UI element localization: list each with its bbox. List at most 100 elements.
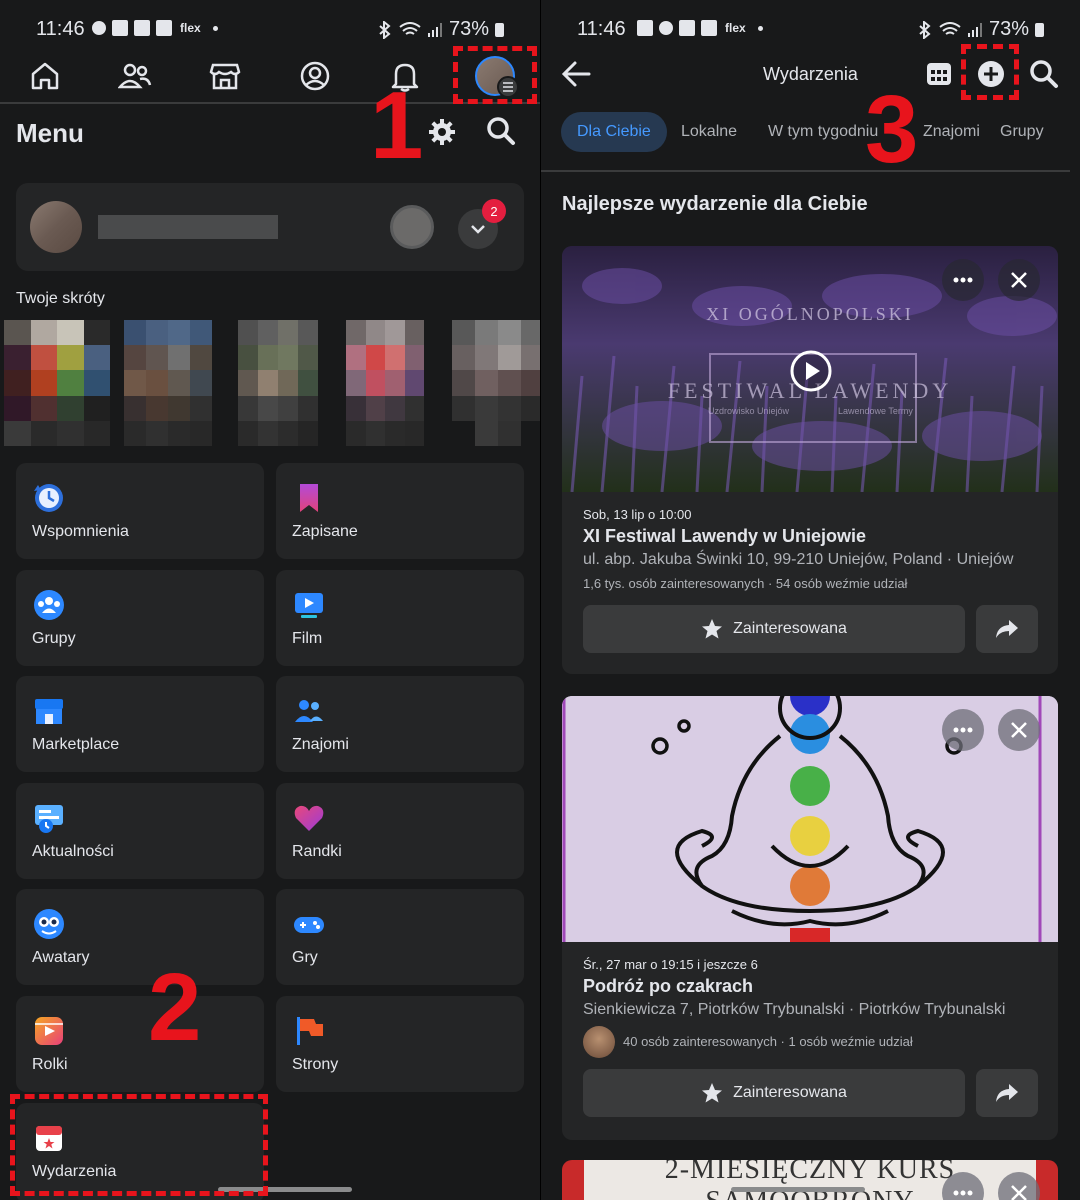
- menu-tile-dating[interactable]: Randki: [276, 783, 524, 879]
- event-card[interactable]: XI OGÓLNOPOLSKI FESTIWAL LAWENDY Uzdrowi…: [562, 246, 1058, 674]
- event-title[interactable]: Podróż po czakrach: [583, 976, 753, 997]
- event-card[interactable]: 2-MIESIĘCZNY KURS SAMOOBRONY: [562, 1160, 1058, 1200]
- more-options-button[interactable]: [942, 709, 984, 751]
- friends-nav-icon: [118, 63, 152, 89]
- marketplace-store-icon: [35, 699, 63, 724]
- tile-label: Film: [292, 630, 323, 647]
- shortcut-item[interactable]: [452, 320, 540, 446]
- event-date: Sob, 13 lip o 10:00: [583, 507, 692, 522]
- menu-tile-avatars[interactable]: Awatary: [16, 889, 264, 985]
- menu-tile-games[interactable]: Gry: [276, 889, 524, 985]
- nav-marketplace[interactable]: [180, 50, 270, 102]
- share-button[interactable]: [976, 1069, 1038, 1117]
- interested-button[interactable]: Zainteresowana: [583, 605, 965, 653]
- annotation-number-3: 3: [865, 76, 919, 183]
- gamepad-icon: [294, 917, 324, 933]
- search-button[interactable]: [1029, 59, 1059, 94]
- account-switcher-icon[interactable]: [390, 205, 434, 249]
- more-dots-icon: [953, 1190, 973, 1196]
- carrier-label: flex: [180, 21, 201, 35]
- menu-tile-reels[interactable]: Rolki: [16, 996, 264, 1092]
- tile-label: Grupy: [32, 630, 76, 647]
- shortcut-item[interactable]: [124, 320, 212, 446]
- play-icon[interactable]: [790, 350, 832, 397]
- calendar-view-button[interactable]: [925, 60, 953, 93]
- menu-tile-feed[interactable]: Aktualności: [16, 783, 264, 879]
- signal-icon: [967, 22, 982, 37]
- settings-button[interactable]: [428, 118, 456, 151]
- wifi-icon: [939, 21, 961, 35]
- more-options-button[interactable]: [942, 259, 984, 301]
- search-icon: [1030, 60, 1058, 88]
- battery-icon: [495, 22, 504, 37]
- tab-for-you[interactable]: Dla Ciebie: [561, 112, 667, 152]
- signal-icon: [427, 22, 442, 37]
- tile-label: Rolki: [32, 1056, 68, 1073]
- tab-local[interactable]: Lokalne: [665, 112, 753, 152]
- check-icon: [701, 20, 717, 36]
- profile-name-redacted: [98, 215, 278, 239]
- tile-label: Marketplace: [32, 736, 120, 753]
- divider: [541, 170, 1070, 172]
- system-icons: 73%: [917, 18, 1044, 41]
- profile-card[interactable]: [16, 183, 524, 271]
- menu-screen: 11:46 flex 73% Menu 2 Twoje skróty Wspom…: [0, 0, 540, 1200]
- avatar-icon: [34, 909, 64, 939]
- battery-icon: [1035, 22, 1044, 37]
- image-text: Uzdrowisko Uniejów: [708, 406, 790, 416]
- status-bar: 11:46 flex 73%: [541, 0, 1080, 50]
- dismiss-button[interactable]: [998, 259, 1040, 301]
- menu-tile-friends[interactable]: Znajomi: [276, 676, 524, 772]
- check-icon: [156, 20, 172, 36]
- calendar-grid-icon: [927, 63, 951, 85]
- menu-tile-marketplace[interactable]: Marketplace: [16, 676, 264, 772]
- menu-tile-memories[interactable]: Wspomnienia: [16, 463, 264, 559]
- app-icon: [112, 20, 128, 36]
- marketplace-nav-icon: [209, 63, 241, 90]
- event-title[interactable]: XI Festiwal Lawendy w Uniejowie: [583, 526, 866, 547]
- tab-friends[interactable]: Znajomi: [907, 112, 996, 152]
- battery-level: 73%: [988, 18, 1029, 40]
- menu-tile-pages[interactable]: Strony: [276, 996, 524, 1092]
- dismiss-button[interactable]: [998, 709, 1040, 751]
- feed-icon: [35, 805, 63, 833]
- event-location: ul. abp. Jakuba Świnki 10, 99-210 Uniejó…: [583, 551, 1014, 568]
- shortcut-item[interactable]: [238, 320, 318, 446]
- interested-label: Zainteresowana: [733, 1084, 847, 1101]
- nav-friends[interactable]: [90, 50, 180, 102]
- tile-label: Randki: [292, 843, 342, 860]
- tile-label: Zapisane: [292, 523, 358, 540]
- event-location: Sienkiewicza 7, Piotrków Trybunalski · P…: [583, 1001, 1006, 1018]
- interested-button[interactable]: Zainteresowana: [583, 1069, 965, 1117]
- menu-tile-video[interactable]: Film: [276, 570, 524, 666]
- section-title: Najlepsze wydarzenie dla Ciebie: [562, 193, 868, 215]
- event-card[interactable]: Śr., 27 mar o 19:15 i jeszcze 6 Podróż p…: [562, 696, 1058, 1140]
- gear-icon: [429, 119, 455, 145]
- search-button[interactable]: [486, 116, 516, 151]
- events-screen: 11:46 flex 73% Wydarzenia Dla Ciebie Lok…: [541, 0, 1080, 1200]
- profile-nav-icon: [300, 61, 330, 91]
- notification-icons: flex: [92, 20, 218, 36]
- flag-icon: [297, 1017, 323, 1045]
- carrier-label: flex: [725, 21, 746, 35]
- share-button[interactable]: [976, 605, 1038, 653]
- shortcut-item[interactable]: [346, 320, 424, 446]
- page-title: Menu: [16, 118, 84, 148]
- chevron-down-icon: [471, 225, 485, 234]
- nav-profile[interactable]: [270, 50, 360, 102]
- home-indicator[interactable]: [731, 1187, 865, 1192]
- star-icon: [702, 619, 723, 639]
- annotation-number-1: 1: [370, 72, 424, 179]
- annotation-number-2: 2: [148, 954, 202, 1061]
- tile-label: Gry: [292, 949, 318, 966]
- back-button[interactable]: [561, 60, 591, 93]
- tab-groups[interactable]: Grupy: [984, 112, 1060, 152]
- menu-tile-saved[interactable]: Zapisane: [276, 463, 524, 559]
- share-arrow-icon: [996, 1084, 1018, 1102]
- shortcut-item[interactable]: [4, 320, 110, 446]
- close-icon: [1011, 722, 1027, 738]
- nav-home[interactable]: [0, 50, 90, 102]
- menu-tile-groups[interactable]: Grupy: [16, 570, 264, 666]
- more-dots-icon: [953, 727, 973, 733]
- bluetooth-icon: [379, 20, 391, 39]
